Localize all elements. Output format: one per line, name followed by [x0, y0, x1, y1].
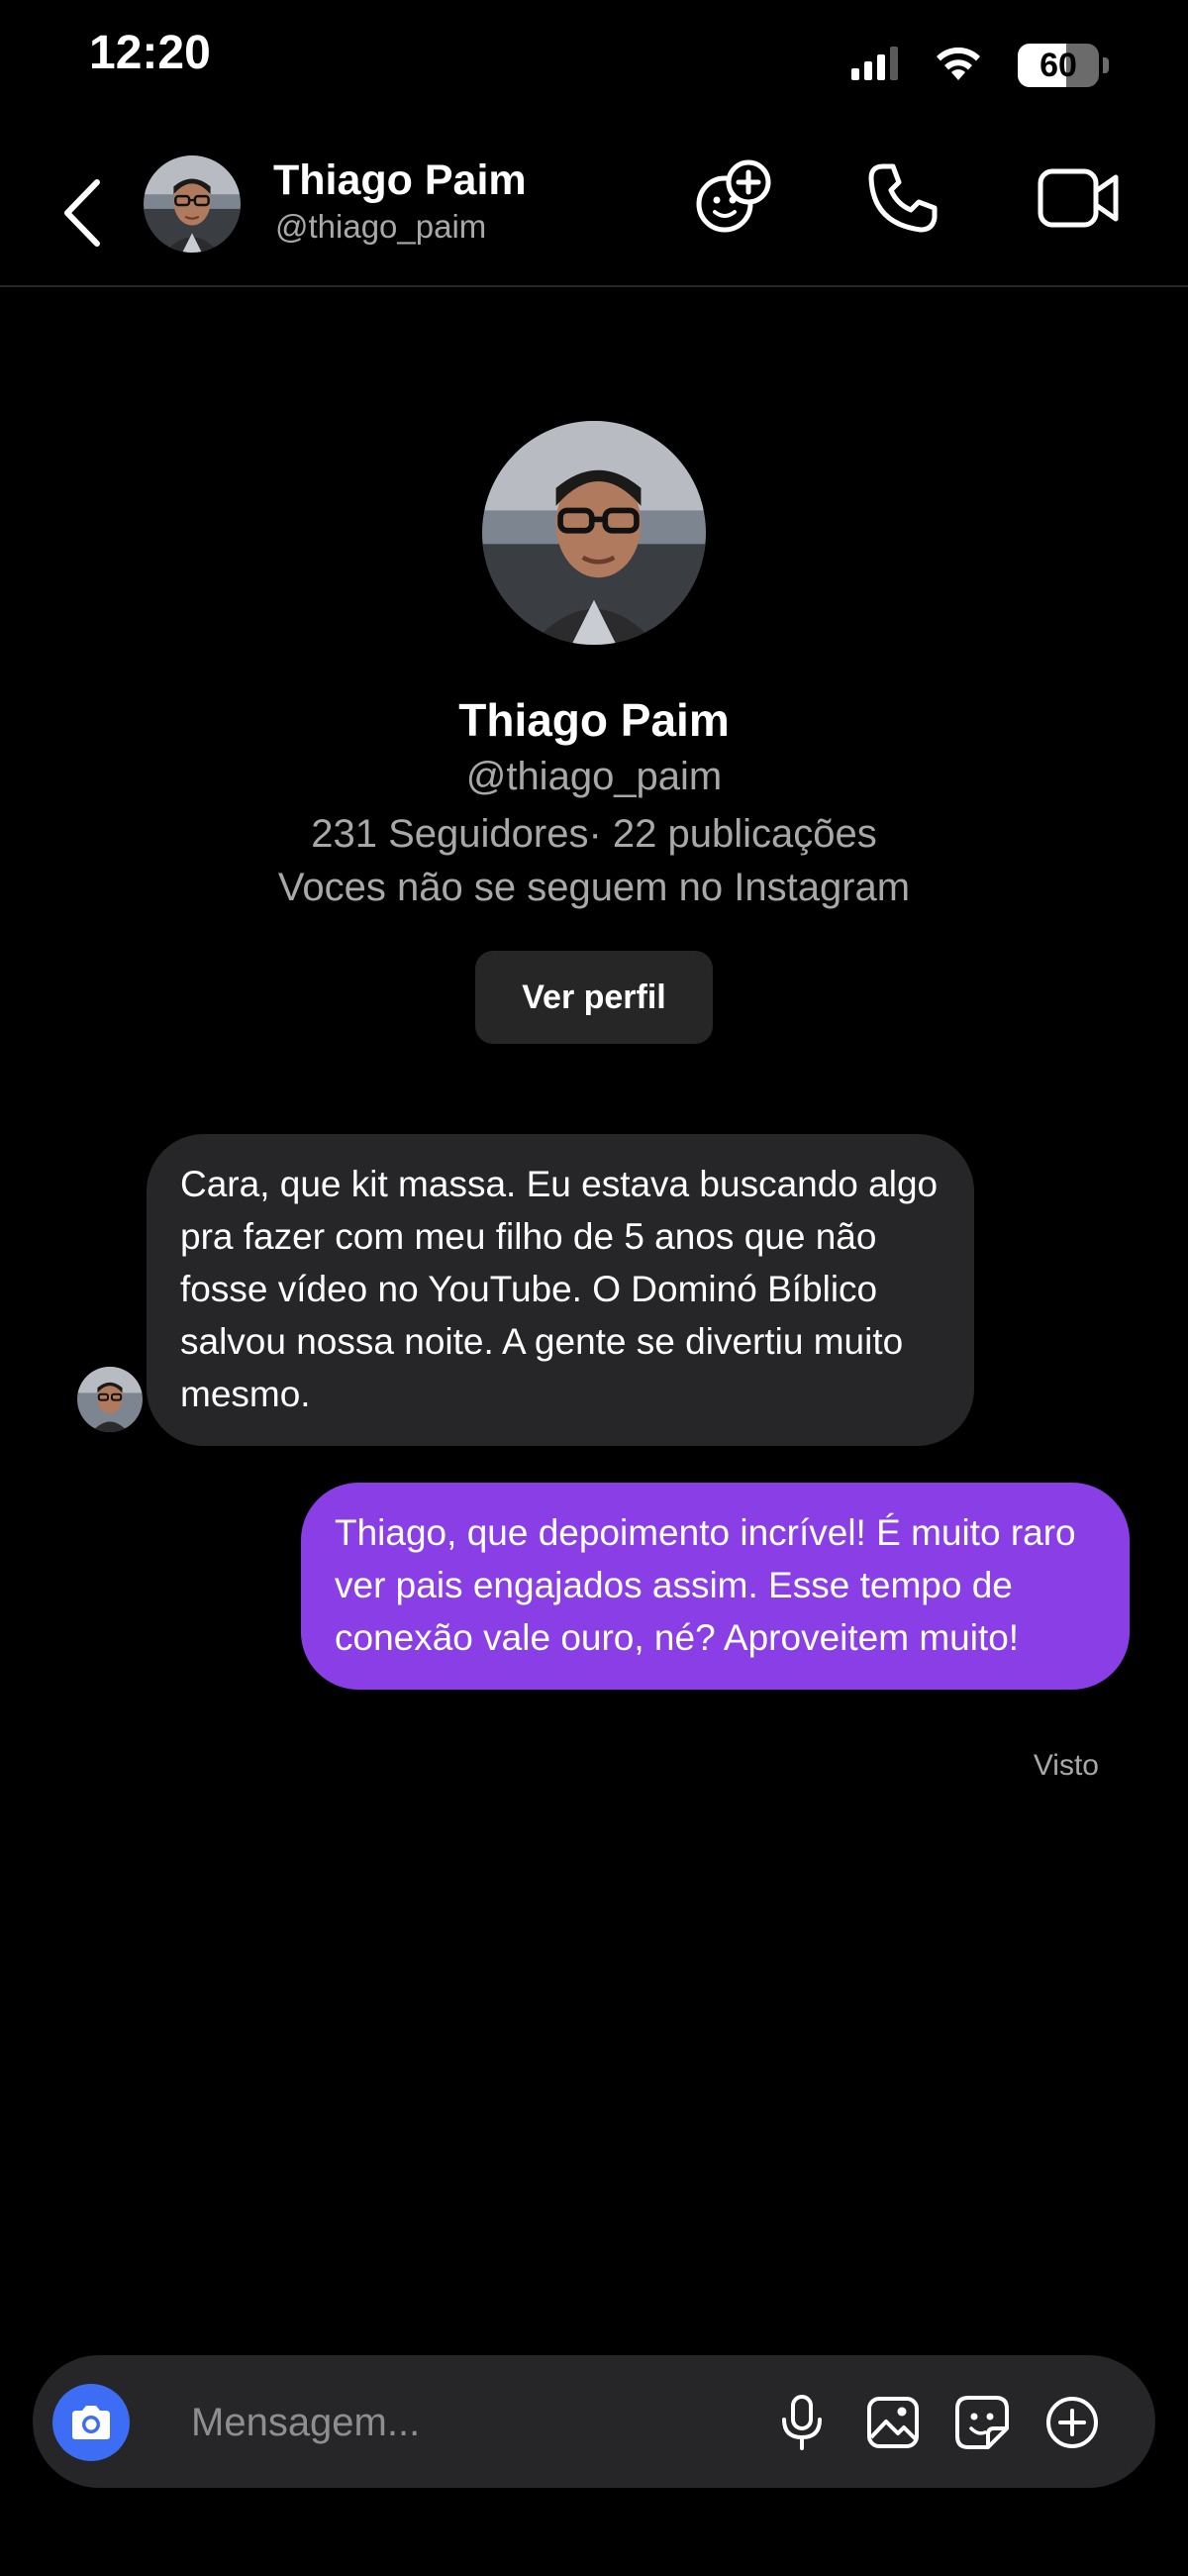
voice-message-button[interactable]	[767, 2388, 837, 2457]
plus-circle-icon	[1046, 2397, 1098, 2448]
voice-call-button[interactable]	[853, 149, 952, 248]
message-input[interactable]	[189, 2389, 747, 2456]
battery-icon: 60	[1018, 44, 1109, 87]
profile-handle: @thiago_paim	[465, 755, 723, 798]
avatar-photo	[77, 1367, 143, 1432]
wifi-icon	[933, 45, 984, 87]
view-profile-button[interactable]: Ver perfil	[475, 951, 713, 1044]
battery-level: 60	[1040, 46, 1077, 84]
profile-name: Thiago Paim	[458, 694, 730, 746]
sticker-button[interactable]	[947, 2388, 1017, 2457]
chat-header: Thiago Paim @thiago_paim	[0, 139, 1188, 287]
follow-status-note: Voces não se seguem no Instagram	[277, 866, 911, 909]
header-avatar[interactable]	[144, 155, 241, 253]
avatar-photo	[144, 155, 241, 253]
header-name[interactable]: Thiago Paim	[273, 156, 527, 205]
outgoing-message-bubble[interactable]: Thiago, que depoimento incrível! É muito…	[301, 1483, 1130, 1690]
camera-icon	[72, 2406, 110, 2439]
sender-avatar[interactable]	[77, 1367, 143, 1432]
video-call-button[interactable]	[1030, 149, 1129, 248]
message-composer	[33, 2355, 1155, 2488]
profile-stats: 231 Seguidores· 22 publicações	[311, 812, 877, 856]
profile-avatar[interactable]	[482, 421, 706, 645]
back-chevron-icon	[64, 179, 100, 247]
header-handle: @thiago_paim	[275, 208, 487, 245]
status-time: 12:20	[89, 27, 211, 79]
microphone-icon	[782, 2395, 822, 2450]
camera-button[interactable]	[52, 2384, 130, 2461]
gallery-button[interactable]	[858, 2388, 928, 2457]
gallery-icon	[867, 2397, 919, 2448]
sticker-icon	[955, 2396, 1009, 2449]
add-effect-icon	[696, 159, 771, 233]
cellular-signal-icon	[851, 46, 899, 85]
seen-receipt: Visto	[1033, 1749, 1099, 1782]
phone-icon	[868, 163, 938, 233]
more-options-button[interactable]	[1038, 2388, 1107, 2457]
status-icons: 60	[851, 38, 1109, 93]
avatar-photo	[482, 421, 706, 645]
video-camera-icon	[1038, 168, 1119, 228]
incoming-message-bubble[interactable]: Cara, que kit massa. Eu estava buscando …	[147, 1134, 974, 1446]
add-effect-button[interactable]	[683, 149, 782, 248]
back-button[interactable]	[51, 168, 111, 258]
